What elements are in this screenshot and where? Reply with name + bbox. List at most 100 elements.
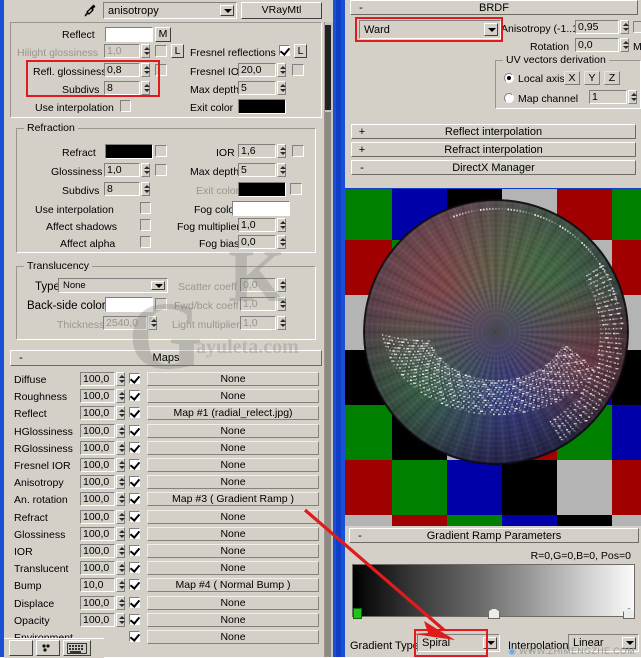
map-row-enable-checkbox[interactable] xyxy=(129,528,140,539)
maps-rollup-header[interactable]: - Maps xyxy=(10,350,322,366)
fog-multiplier-spinner[interactable] xyxy=(277,218,286,232)
refraction-max-depth-spinner[interactable] xyxy=(277,163,286,177)
brdf-model-combo[interactable]: Ward xyxy=(359,20,501,39)
map-row-map-button[interactable]: None xyxy=(147,613,319,627)
map-row-enable-checkbox[interactable] xyxy=(129,545,140,556)
map-row-map-button[interactable]: None xyxy=(147,630,319,644)
map-row-amount-spinner[interactable] xyxy=(116,389,125,403)
refraction-ior-spinner[interactable] xyxy=(277,144,286,158)
fog-multiplier-field[interactable]: 1,0 xyxy=(238,218,276,232)
rollup-refract-interpolation[interactable]: +Refract interpolation xyxy=(351,142,636,157)
map-channel-spinner[interactable] xyxy=(628,90,637,104)
axis-x-button[interactable]: X xyxy=(564,71,580,85)
thickness-field[interactable]: 2540,0 xyxy=(103,316,147,330)
rollup-directx-manager[interactable]: -DirectX Manager xyxy=(351,160,636,175)
fog-bias-field[interactable]: 0,0 xyxy=(238,235,276,249)
refract-map-toggle[interactable] xyxy=(155,145,167,157)
map-row-enable-checkbox[interactable] xyxy=(129,442,140,453)
map-row-enable-checkbox[interactable] xyxy=(129,476,140,487)
refract-color-swatch[interactable] xyxy=(105,144,153,159)
gradient-type-combo[interactable]: Spiral xyxy=(417,634,500,652)
map-row-enable-checkbox[interactable] xyxy=(129,459,140,470)
map-row-map-button[interactable]: None xyxy=(147,596,319,610)
basic-subdivs-field[interactable]: 8 xyxy=(104,81,140,95)
left-panel-scroll-thumb[interactable] xyxy=(325,25,331,110)
map-row-amount-spinner[interactable] xyxy=(116,441,125,455)
map-row-amount-spinner[interactable] xyxy=(116,527,125,541)
map-row-amount-field[interactable]: 100,0 xyxy=(80,475,115,489)
map-row-amount-spinner[interactable] xyxy=(116,544,125,558)
map-row-map-button[interactable]: None xyxy=(147,510,319,524)
map-row-map-button[interactable]: Map #3 ( Gradient Ramp ) xyxy=(147,492,319,506)
map-row-map-button[interactable]: None xyxy=(147,475,319,489)
basic-subdivs-spinner[interactable] xyxy=(141,81,150,95)
map-row-enable-checkbox[interactable] xyxy=(129,562,140,573)
map-row-amount-field[interactable]: 100,0 xyxy=(80,596,115,610)
map-row-amount-field[interactable]: 10,0 xyxy=(80,578,115,592)
refraction-exit-color-swatch[interactable] xyxy=(238,182,286,197)
map-row-amount-field[interactable]: 100,0 xyxy=(80,424,115,438)
map-channel-field[interactable]: 1 xyxy=(589,90,627,104)
refraction-subdivs-spinner[interactable] xyxy=(141,182,150,196)
refraction-max-depth-field[interactable]: 5 xyxy=(238,163,276,177)
rotation-field[interactable]: 0,0 xyxy=(575,38,619,52)
reflect-map-button[interactable]: M xyxy=(155,27,171,42)
left-panel-scroll-thumb-2[interactable] xyxy=(325,112,331,657)
map-channel-radio[interactable] xyxy=(504,93,514,103)
map-row-amount-spinner[interactable] xyxy=(116,578,125,592)
map-row-map-button[interactable]: None xyxy=(147,561,319,575)
refraction-use-interpolation-checkbox[interactable] xyxy=(140,202,151,214)
map-row-amount-spinner[interactable] xyxy=(116,613,125,627)
rotation-m-button[interactable]: M xyxy=(633,41,641,53)
map-row-enable-checkbox[interactable] xyxy=(129,579,140,590)
map-row-amount-spinner[interactable] xyxy=(116,596,125,610)
map-row-map-button[interactable]: None xyxy=(147,527,319,541)
refraction-glossiness-lock[interactable] xyxy=(155,164,167,176)
map-row-enable-checkbox[interactable] xyxy=(129,373,140,384)
chevron-down-icon[interactable] xyxy=(220,5,234,16)
material-type-button[interactable]: VRayMtl xyxy=(241,2,322,19)
map-row-amount-field[interactable]: 100,0 xyxy=(80,527,115,541)
back-side-color-swatch[interactable] xyxy=(105,297,153,312)
map-row-amount-spinner[interactable] xyxy=(116,372,125,386)
map-row-map-button[interactable]: None xyxy=(147,544,319,558)
refl-glossiness-field[interactable]: 0,8 xyxy=(104,63,140,77)
gradient-ramp-rollup-header[interactable]: - Gradient Ramp Parameters xyxy=(349,528,639,543)
map-row-amount-field[interactable]: 100,0 xyxy=(80,458,115,472)
map-row-amount-spinner[interactable] xyxy=(116,475,125,489)
eyedropper-icon[interactable] xyxy=(83,3,97,18)
map-row-map-button[interactable]: Map #1 (radial_relect.jpg) xyxy=(147,406,319,420)
dots-icon-button[interactable] xyxy=(36,640,60,656)
material-name-combo[interactable]: anisotropy xyxy=(103,2,237,19)
map-row-map-button[interactable]: None xyxy=(147,424,319,438)
map-row-map-button[interactable]: None xyxy=(147,458,319,472)
chevron-down-icon[interactable] xyxy=(483,637,497,649)
rollup-reflect-interpolation[interactable]: +Reflect interpolation xyxy=(351,124,636,139)
refraction-exit-color-lock[interactable] xyxy=(290,183,302,195)
map-row-enable-checkbox[interactable] xyxy=(129,597,140,608)
refraction-glossiness-field[interactable]: 1,0 xyxy=(104,163,140,177)
map-row-enable-checkbox[interactable] xyxy=(129,407,140,418)
hilight-glossiness-spinner[interactable] xyxy=(141,44,150,58)
map-row-amount-spinner[interactable] xyxy=(116,424,125,438)
local-axis-radio[interactable] xyxy=(504,73,514,83)
map-row-enable-checkbox[interactable] xyxy=(129,511,140,522)
back-side-color-lock[interactable] xyxy=(155,298,167,310)
keyboard-icon-button[interactable] xyxy=(63,640,91,656)
chevron-down-icon[interactable] xyxy=(484,23,498,36)
fwd-bck-coeff-spinner[interactable] xyxy=(277,297,286,311)
map-row-amount-field[interactable]: 100,0 xyxy=(80,544,115,558)
map-row-amount-field[interactable]: 100,0 xyxy=(80,561,115,575)
map-row-amount-spinner[interactable] xyxy=(116,510,125,524)
brdf-rollup-header[interactable]: - BRDF xyxy=(350,0,638,15)
affect-shadows-checkbox[interactable] xyxy=(140,219,151,231)
fresnel-ior-spinner[interactable] xyxy=(277,63,286,77)
map-row-enable-checkbox[interactable] xyxy=(129,631,140,642)
map-row-map-button[interactable]: None xyxy=(147,372,319,386)
map-row-enable-checkbox[interactable] xyxy=(129,425,140,436)
translucency-type-combo[interactable]: None xyxy=(58,278,168,293)
scatter-coeff-field[interactable]: 0,0 xyxy=(240,278,276,292)
refraction-ior-field[interactable]: 1,6 xyxy=(238,144,276,158)
map-row-amount-spinner[interactable] xyxy=(116,561,125,575)
reflect-color-swatch[interactable] xyxy=(105,27,153,42)
